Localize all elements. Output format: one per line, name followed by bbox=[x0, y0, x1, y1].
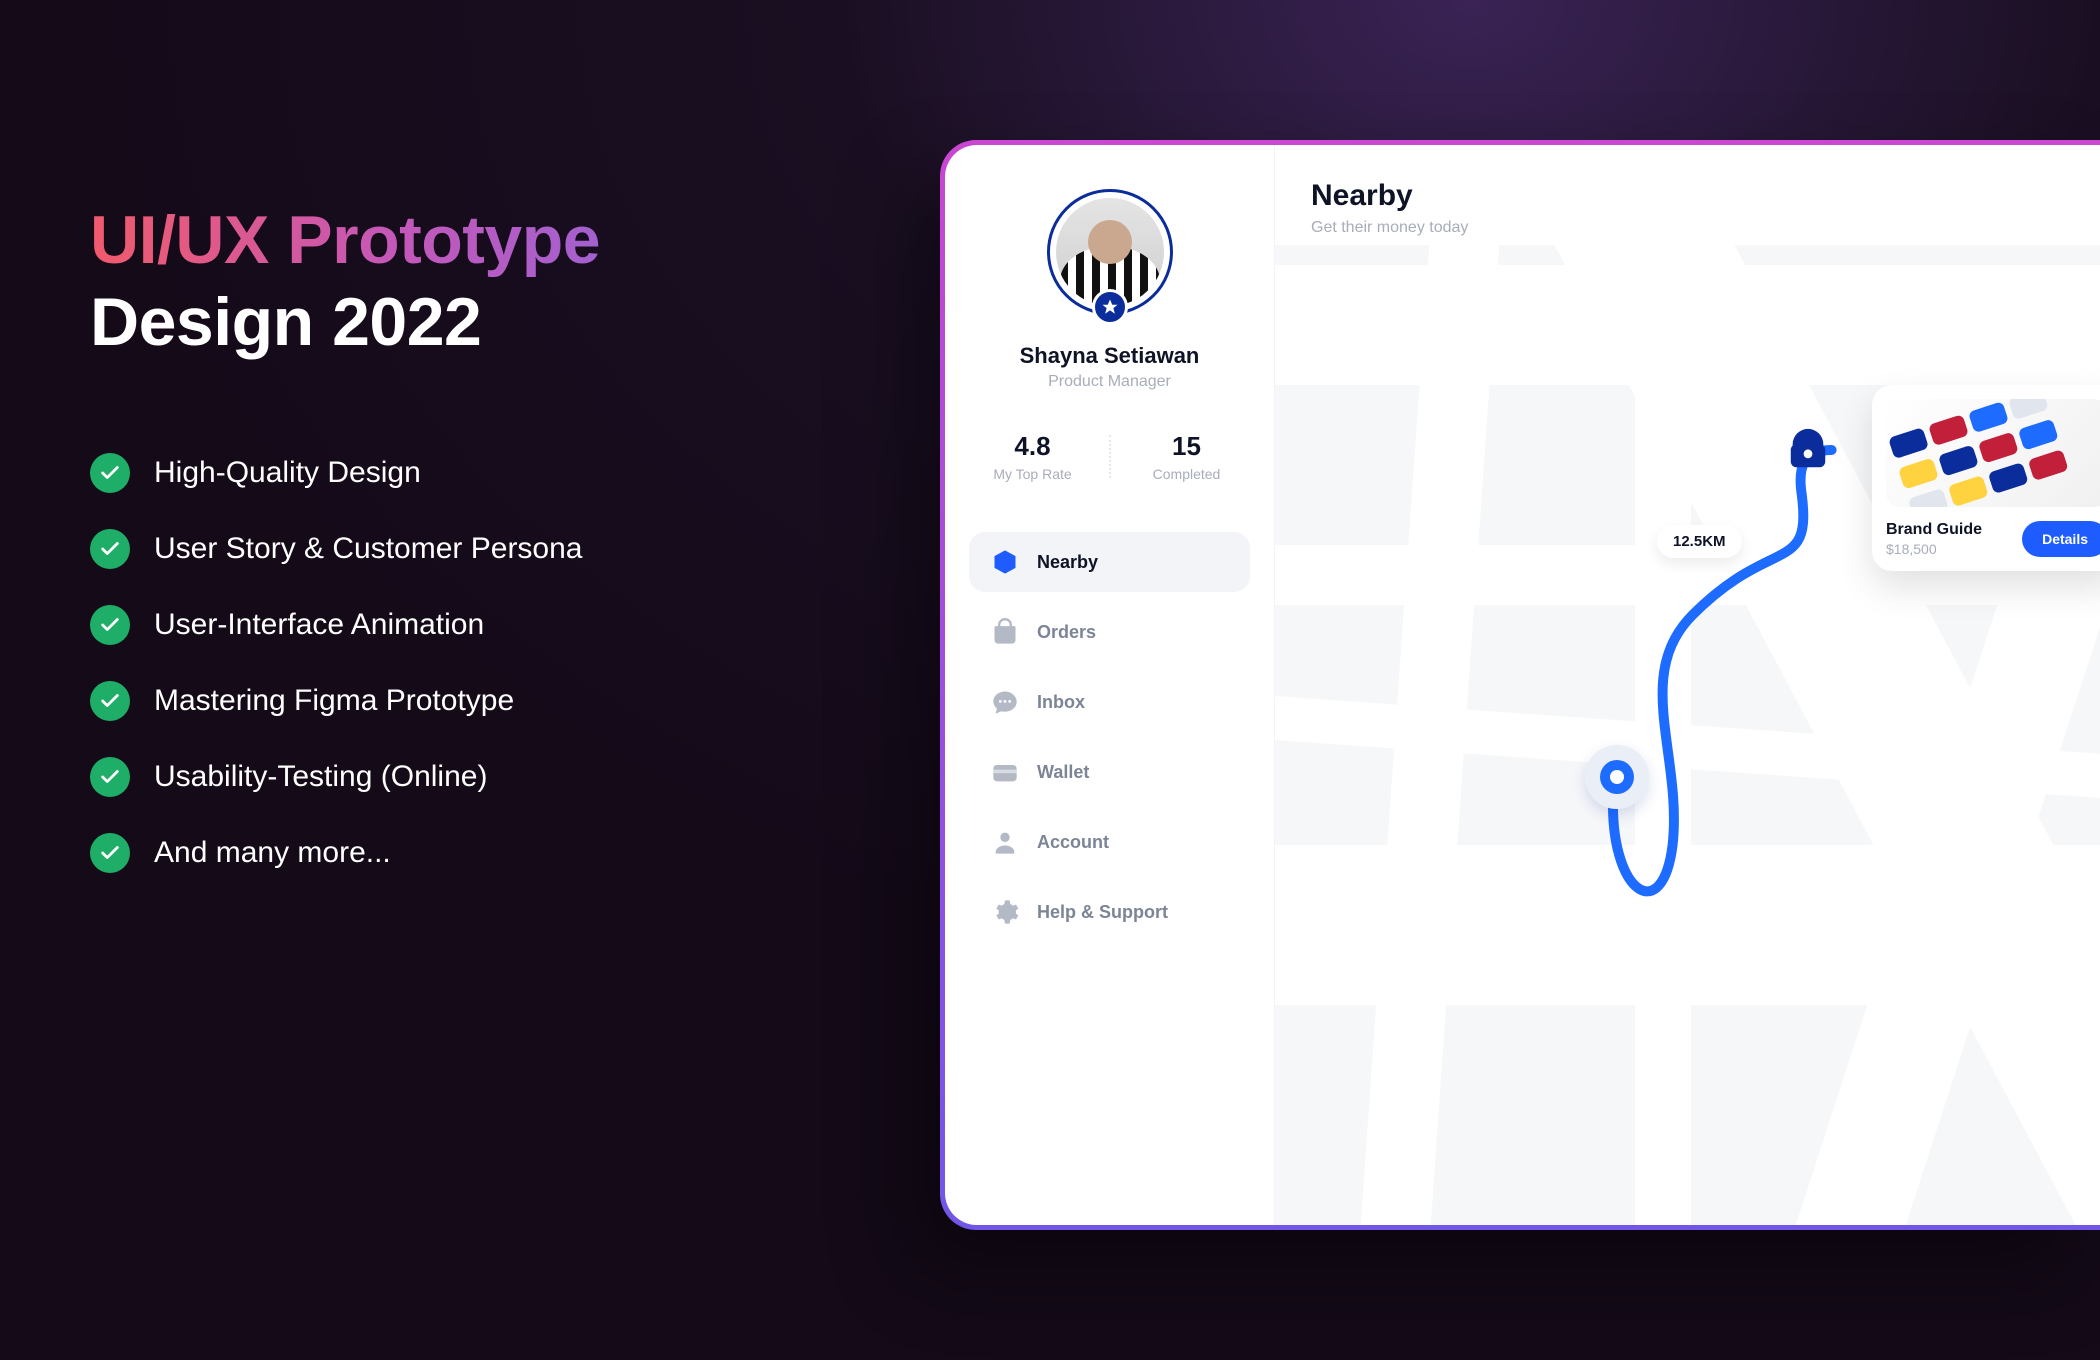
user-name: Shayna Setiawan bbox=[1020, 343, 1200, 369]
bag-icon bbox=[991, 618, 1019, 646]
nav-nearby[interactable]: Nearby bbox=[969, 532, 1250, 592]
main-panel: Nearby Get their money today 12.5KM bbox=[1275, 145, 2100, 1225]
feature-item: High-Quality Design bbox=[90, 453, 850, 493]
user-role: Product Manager bbox=[1048, 373, 1171, 391]
feature-item: User Story & Customer Persona bbox=[90, 529, 850, 569]
stat-rate: 4.8 My Top Rate bbox=[973, 431, 1093, 482]
check-icon bbox=[90, 529, 130, 569]
nearby-icon bbox=[991, 548, 1019, 576]
map-canvas[interactable]: 12.5KM Brand Guide $18,500 bbox=[1275, 245, 2100, 1225]
verified-badge-icon bbox=[1092, 289, 1128, 325]
hero-headline: UI/UX Prototype Design 2022 bbox=[90, 200, 850, 363]
feature-list: High-Quality Design User Story & Custome… bbox=[90, 453, 850, 873]
gear-icon bbox=[991, 898, 1019, 926]
page-title: Nearby bbox=[1311, 179, 2100, 213]
app: Shayna Setiawan Product Manager 4.8 My T… bbox=[945, 145, 2100, 1225]
check-icon bbox=[90, 681, 130, 721]
feature-item: And many more... bbox=[90, 833, 850, 873]
feature-item: Usability-Testing (Online) bbox=[90, 757, 850, 797]
nearby-info-card[interactable]: Brand Guide $18,500 Details bbox=[1872, 385, 2100, 571]
stat-completed: 15 Completed bbox=[1127, 431, 1247, 482]
card-price: $18,500 bbox=[1886, 541, 1982, 557]
sidebar-nav: Nearby Orders Inbox Wallet Account bbox=[969, 532, 1250, 952]
feature-item: User-Interface Animation bbox=[90, 605, 850, 645]
chat-icon bbox=[991, 688, 1019, 716]
wallet-icon bbox=[991, 758, 1019, 786]
sidebar: Shayna Setiawan Product Manager 4.8 My T… bbox=[945, 145, 1275, 1225]
destination-pin-icon[interactable] bbox=[1785, 427, 1831, 473]
details-button[interactable]: Details bbox=[2022, 521, 2100, 557]
check-icon bbox=[90, 453, 130, 493]
nav-orders[interactable]: Orders bbox=[969, 602, 1250, 662]
check-icon bbox=[90, 757, 130, 797]
user-location-pin[interactable] bbox=[1585, 745, 1649, 809]
nav-inbox[interactable]: Inbox bbox=[969, 672, 1250, 732]
avatar[interactable] bbox=[1047, 189, 1173, 315]
distance-chip: 12.5KM bbox=[1657, 525, 1742, 558]
user-icon bbox=[991, 828, 1019, 856]
feature-item: Mastering Figma Prototype bbox=[90, 681, 850, 721]
nav-wallet[interactable]: Wallet bbox=[969, 742, 1250, 802]
nav-help[interactable]: Help & Support bbox=[969, 882, 1250, 942]
card-thumbnail bbox=[1886, 399, 2100, 507]
hero-panel: UI/UX Prototype Design 2022 High-Quality… bbox=[90, 200, 850, 909]
check-icon bbox=[90, 605, 130, 645]
card-title: Brand Guide bbox=[1886, 521, 1982, 539]
hero-title-gradient: UI/UX Prototype bbox=[90, 200, 850, 282]
user-stats: 4.8 My Top Rate 15 Completed bbox=[969, 431, 1250, 482]
app-mockup-frame: Shayna Setiawan Product Manager 4.8 My T… bbox=[940, 140, 2100, 1230]
hero-title-white: Design 2022 bbox=[90, 282, 850, 364]
page-subtitle: Get their money today bbox=[1311, 219, 2100, 237]
nav-account[interactable]: Account bbox=[969, 812, 1250, 872]
check-icon bbox=[90, 833, 130, 873]
